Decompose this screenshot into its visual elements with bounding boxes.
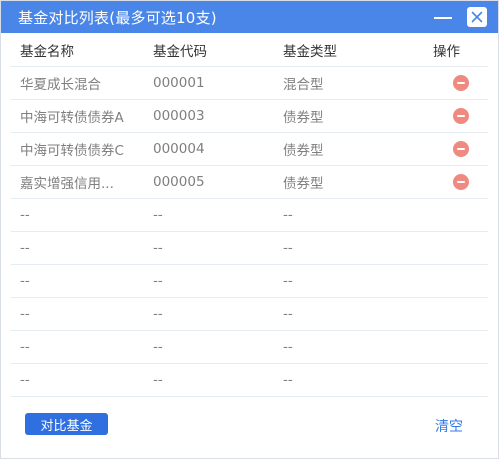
fund-code-cell: 000001 (153, 75, 205, 91)
fund-type-cell: -- (283, 372, 293, 388)
fund-code-cell: -- (153, 339, 163, 355)
fund-name-cell: -- (20, 273, 30, 289)
fund-code-cell: -- (153, 306, 163, 322)
clear-link[interactable]: 清空 (435, 416, 463, 436)
fund-type-cell: 债券型 (283, 110, 324, 126)
fund-name-cell: -- (20, 339, 30, 355)
fund-type-cell: -- (283, 273, 293, 289)
minimize-button[interactable] (432, 6, 454, 28)
fund-name-cell: 中海可转债债券A (20, 110, 124, 126)
fund-name-cell: -- (20, 306, 30, 322)
fund-type-cell: 债券型 (283, 176, 324, 192)
remove-icon[interactable] (452, 141, 469, 157)
table-row: -- -- -- (11, 232, 488, 265)
fund-type-cell: -- (283, 240, 293, 256)
fund-code-cell: 000004 (153, 141, 205, 157)
title-bar: 基金对比列表(最多可选10支) (1, 1, 498, 33)
action-cell (423, 174, 488, 190)
header-fund-type: 基金类型 (283, 43, 337, 60)
minimize-icon (434, 17, 452, 19)
action-cell (423, 108, 488, 124)
table-header: 基金名称 基金代码 基金类型 操作 (11, 33, 488, 67)
fund-compare-dialog: 基金对比列表(最多可选10支) 基金名称 基金代码 基金类型 操作 华夏成长混合… (0, 0, 499, 459)
header-fund-name: 基金名称 (20, 43, 74, 60)
fund-code-cell: -- (153, 372, 163, 388)
fund-code-cell: -- (153, 207, 163, 223)
fund-type-cell: -- (283, 207, 293, 223)
header-fund-code: 基金代码 (153, 43, 207, 60)
dialog-title: 基金对比列表(最多可选10支) (18, 8, 217, 27)
fund-name-cell: 华夏成长混合 (20, 77, 101, 93)
dialog-footer: 对比基金 清空 (1, 408, 498, 458)
close-button[interactable] (466, 6, 488, 28)
remove-icon[interactable] (452, 174, 469, 190)
compare-funds-button[interactable]: 对比基金 (25, 413, 108, 435)
fund-table: 基金名称 基金代码 基金类型 操作 华夏成长混合 000001 混合型 中海可转… (1, 33, 498, 397)
fund-code-cell: -- (153, 273, 163, 289)
table-row: -- -- -- (11, 199, 488, 232)
table-row: -- -- -- (11, 298, 488, 331)
table-row: 中海可转债债券A 000003 债券型 (11, 100, 488, 133)
fund-type-cell: 债券型 (283, 143, 324, 159)
fund-name-cell: 嘉实增强信用... (20, 176, 114, 192)
table-row: -- -- -- (11, 364, 488, 397)
fund-code-cell: 000003 (153, 108, 205, 124)
fund-name-cell: 中海可转债债券C (20, 143, 124, 159)
table-row: 华夏成长混合 000001 混合型 (11, 67, 488, 100)
header-action: 操作 (433, 43, 460, 60)
table-row: 嘉实增强信用... 000005 债券型 (11, 166, 488, 199)
remove-icon[interactable] (452, 108, 469, 124)
action-cell (423, 141, 488, 157)
close-icon (467, 7, 487, 27)
fund-type-cell: -- (283, 306, 293, 322)
fund-type-cell: -- (283, 339, 293, 355)
fund-code-cell: 000005 (153, 174, 205, 190)
table-row: 中海可转债债券C 000004 债券型 (11, 133, 488, 166)
fund-type-cell: 混合型 (283, 77, 324, 93)
fund-code-cell: -- (153, 240, 163, 256)
action-cell (423, 75, 488, 91)
fund-name-cell: -- (20, 240, 30, 256)
fund-name-cell: -- (20, 207, 30, 223)
table-row: -- -- -- (11, 265, 488, 298)
remove-icon[interactable] (452, 75, 469, 91)
table-row: -- -- -- (11, 331, 488, 364)
fund-name-cell: -- (20, 372, 30, 388)
